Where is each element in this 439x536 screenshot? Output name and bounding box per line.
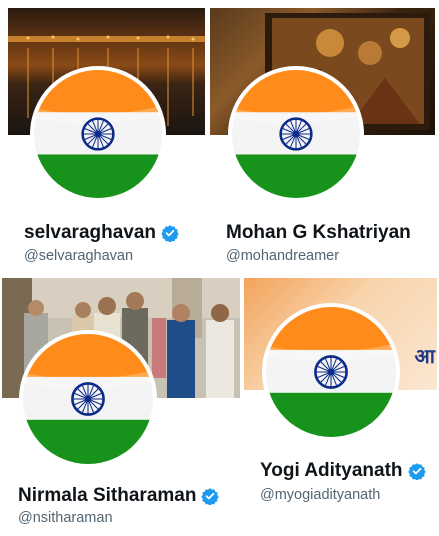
verified-badge-icon [201,487,219,505]
display-name-text: Nirmala Sitharaman [18,485,197,506]
handle[interactable]: @nsitharaman [18,510,113,526]
profile-card-selvaraghavan[interactable]: selvaraghavan @selvaraghavan [8,8,205,270]
profile-card-nsitharaman[interactable]: Nirmala Sitharaman @nsitharaman [2,278,240,536]
display-name[interactable]: Mohan G Kshatriyan [226,222,411,244]
avatar[interactable] [262,303,400,441]
display-name[interactable]: Yogi Adityanath [260,460,426,482]
handle[interactable]: @mohandreamer [226,248,339,264]
verified-badge-icon [161,224,179,242]
indian-flag-icon [23,334,153,464]
profile-card-mohandreamer[interactable]: Mohan G Kshatriyan @mohandreamer [210,8,435,270]
display-name-text: Mohan G Kshatriyan [226,222,411,243]
avatar[interactable] [228,66,364,202]
avatar[interactable] [30,66,166,202]
display-name[interactable]: selvaraghavan [24,222,179,244]
indian-flag-icon [232,70,360,198]
display-name[interactable]: Nirmala Sitharaman [18,485,219,507]
display-name-text: selvaraghavan [24,222,157,243]
indian-flag-icon [34,70,162,198]
profile-card-myogiadityanath[interactable]: आ Yogi Adityanath @myogiadityanath [244,278,437,536]
handle[interactable]: @selvaraghavan [24,248,133,264]
indian-flag-icon [266,307,396,437]
handle[interactable]: @myogiadityanath [260,487,380,503]
display-name-text: Yogi Adityanath [260,460,403,481]
avatar[interactable] [19,330,157,468]
verified-badge-icon [408,462,426,480]
banner-text: आ [414,346,435,368]
